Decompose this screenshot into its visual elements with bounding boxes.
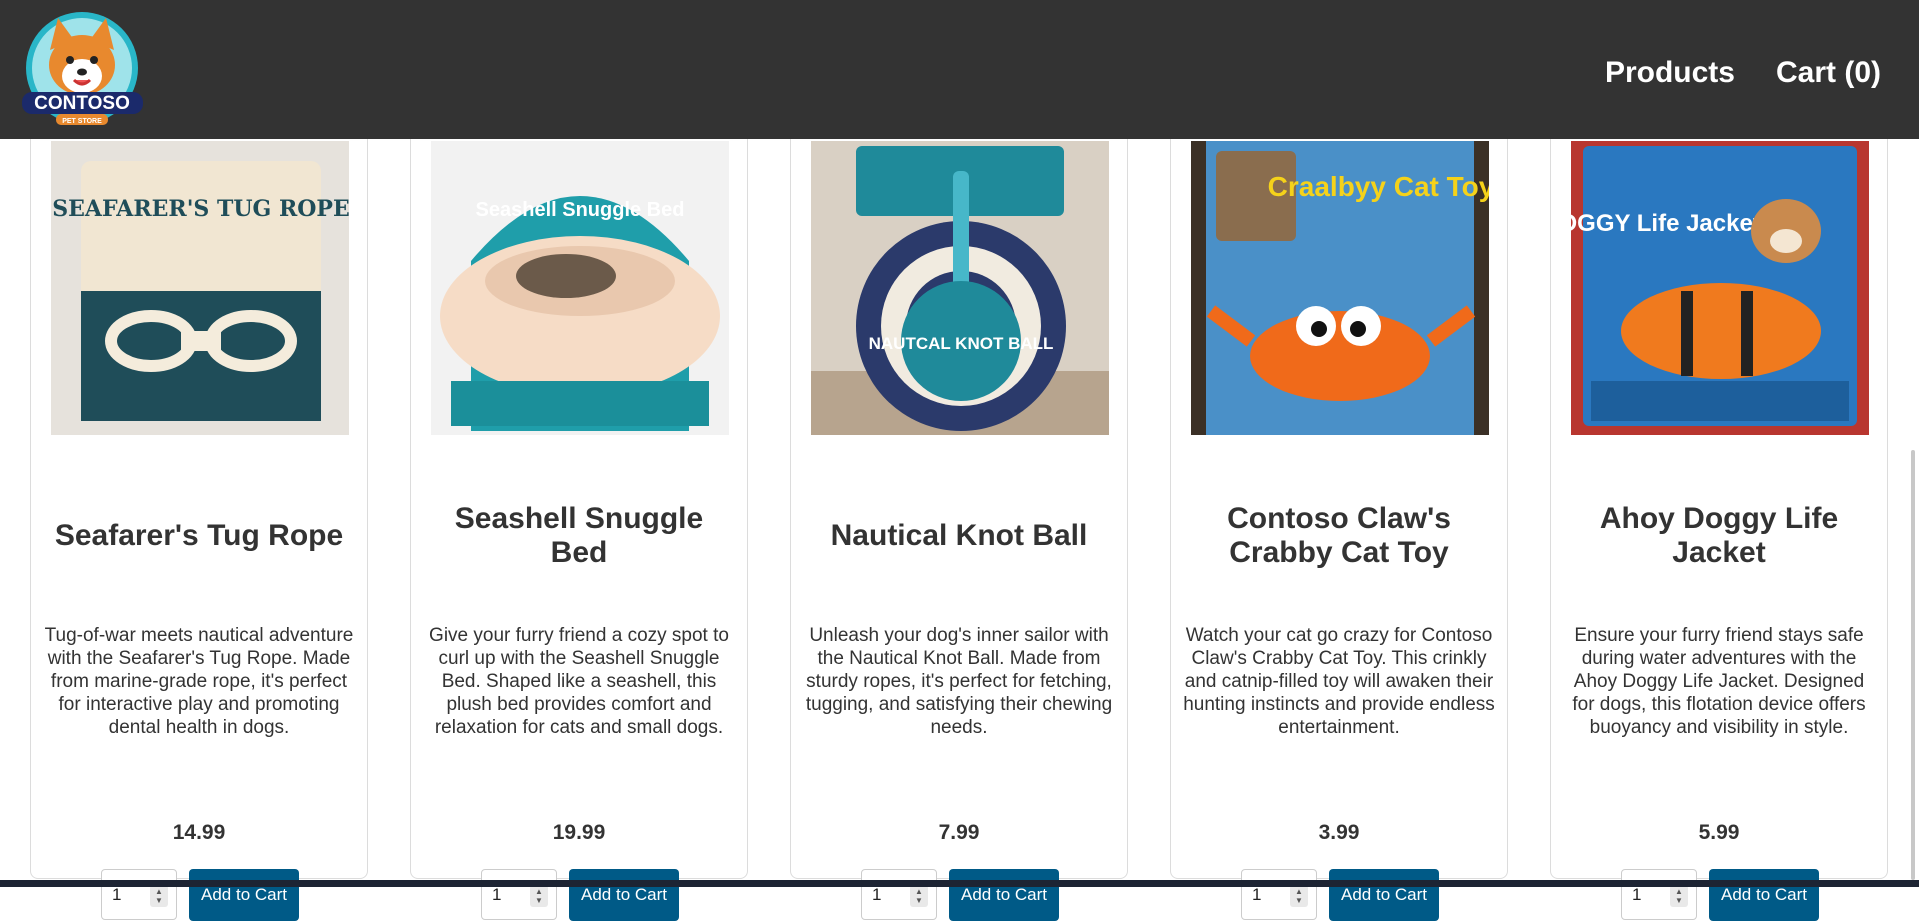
svg-text:Seashell Snuggle Bed: Seashell Snuggle Bed bbox=[476, 199, 685, 221]
quantity-spinner[interactable]: ▲ ▼ bbox=[1290, 885, 1308, 907]
product-card: Craalbyy Cat Toy Contoso Claw's Crabby C… bbox=[1170, 60, 1508, 921]
quantity-spinner[interactable]: ▲ ▼ bbox=[150, 885, 168, 907]
quantity-input[interactable]: 1 ▲ ▼ bbox=[481, 869, 557, 920]
product-price: 14.99 bbox=[172, 821, 226, 844]
corgi-logo-icon: CONTOSO PET STORE bbox=[22, 12, 143, 125]
spin-up-icon[interactable]: ▲ bbox=[535, 887, 543, 896]
add-to-cart-button[interactable]: Add to Cart bbox=[569, 869, 679, 921]
product-card: Seashell Snuggle Bed Seashell Snuggle Be… bbox=[410, 60, 748, 921]
quantity-value: 1 bbox=[492, 885, 502, 904]
spin-down-icon[interactable]: ▼ bbox=[155, 896, 163, 905]
product-title: Nautical Knot Ball bbox=[830, 519, 1088, 552]
product-image[interactable]: DOGGY Life Jacket bbox=[1571, 141, 1869, 435]
page-scrollbar[interactable] bbox=[1911, 450, 1915, 880]
quantity-value: 1 bbox=[1632, 885, 1642, 904]
spin-up-icon[interactable]: ▲ bbox=[1295, 887, 1303, 896]
spin-down-icon[interactable]: ▼ bbox=[1675, 896, 1683, 905]
spin-down-icon[interactable]: ▼ bbox=[535, 896, 543, 905]
product-description: Unleash your dog's inner sailor with the… bbox=[805, 624, 1113, 738]
product-card: SEAFARER'S TUG ROPE Seafarer's Tug Rope … bbox=[30, 60, 368, 921]
quantity-input[interactable]: 1 ▲ ▼ bbox=[861, 869, 937, 920]
main-nav: Products Cart (0) bbox=[1605, 56, 1881, 90]
product-description: Tug-of-war meets nautical adventure with… bbox=[44, 624, 354, 738]
product-price: 19.99 bbox=[552, 821, 606, 844]
quantity-input[interactable]: 1 ▲ ▼ bbox=[1241, 869, 1317, 920]
product-grid: SEAFARER'S TUG ROPE Seafarer's Tug Rope … bbox=[30, 60, 1890, 921]
product-description: Watch your cat go crazy for Contoso Claw… bbox=[1183, 624, 1495, 738]
spin-down-icon[interactable]: ▼ bbox=[915, 896, 923, 905]
spin-up-icon[interactable]: ▲ bbox=[155, 887, 163, 896]
product-title: Seafarer's Tug Rope bbox=[54, 519, 344, 552]
site-header: CONTOSO PET STORE Products Cart (0) bbox=[0, 0, 1919, 139]
product-image[interactable]: NAUTCAL KNOT BALL bbox=[811, 141, 1109, 435]
svg-text:SEAFARER'S TUG ROPE: SEAFARER'S TUG ROPE bbox=[52, 196, 349, 222]
product-image[interactable]: SEAFARER'S TUG ROPE bbox=[51, 141, 349, 435]
svg-text:NAUTCAL KNOT BALL: NAUTCAL KNOT BALL bbox=[869, 334, 1054, 353]
contoso-logo[interactable]: CONTOSO PET STORE bbox=[20, 10, 145, 130]
quantity-spinner[interactable]: ▲ ▼ bbox=[530, 885, 548, 907]
product-title: Seashell Snuggle Bed bbox=[454, 502, 704, 569]
quantity-input[interactable]: 1 ▲ ▼ bbox=[1621, 869, 1697, 920]
nav-products-link[interactable]: Products bbox=[1605, 56, 1735, 90]
spin-up-icon[interactable]: ▲ bbox=[915, 887, 923, 896]
nav-cart-link[interactable]: Cart (0) bbox=[1776, 56, 1881, 90]
quantity-input[interactable]: 1 ▲ ▼ bbox=[101, 869, 177, 920]
product-description: Give your furry friend a cozy spot to cu… bbox=[429, 624, 729, 738]
product-image[interactable]: Seashell Snuggle Bed bbox=[431, 141, 729, 435]
quantity-value: 1 bbox=[872, 885, 882, 904]
svg-text:DOGGY Life Jacket: DOGGY Life Jacket bbox=[1571, 210, 1761, 237]
quantity-value: 1 bbox=[1252, 885, 1262, 904]
product-description: Ensure your furry friend stays safe duri… bbox=[1572, 624, 1866, 738]
footer-strip bbox=[0, 880, 1919, 887]
svg-text:Craalbyy Cat Toy: Craalbyy Cat Toy bbox=[1268, 171, 1489, 202]
spin-down-icon[interactable]: ▼ bbox=[1295, 896, 1303, 905]
product-image[interactable]: Craalbyy Cat Toy bbox=[1191, 141, 1489, 435]
quantity-spinner[interactable]: ▲ ▼ bbox=[1670, 885, 1688, 907]
svg-text:CONTOSO: CONTOSO bbox=[34, 93, 130, 114]
quantity-value: 1 bbox=[112, 885, 122, 904]
svg-text:PET STORE: PET STORE bbox=[62, 118, 102, 125]
spin-up-icon[interactable]: ▲ bbox=[1675, 887, 1683, 896]
product-price: 7.99 bbox=[938, 821, 980, 844]
add-to-cart-button[interactable]: Add to Cart bbox=[949, 869, 1059, 921]
product-card: NAUTCAL KNOT BALL Nautical Knot Ball Unl… bbox=[790, 60, 1128, 921]
add-to-cart-button[interactable]: Add to Cart bbox=[1329, 869, 1439, 921]
product-card: DOGGY Life Jacket Ahoy Doggy Life Jacket… bbox=[1550, 60, 1888, 921]
product-price: 3.99 bbox=[1318, 821, 1360, 844]
add-to-cart-button[interactable]: Add to Cart bbox=[189, 869, 299, 921]
quantity-spinner[interactable]: ▲ ▼ bbox=[910, 885, 928, 907]
product-title: Ahoy Doggy Life Jacket bbox=[1599, 502, 1839, 569]
product-price: 5.99 bbox=[1698, 821, 1740, 844]
product-title: Contoso Claw's Crabby Cat Toy bbox=[1227, 502, 1451, 569]
add-to-cart-button[interactable]: Add to Cart bbox=[1709, 869, 1819, 921]
